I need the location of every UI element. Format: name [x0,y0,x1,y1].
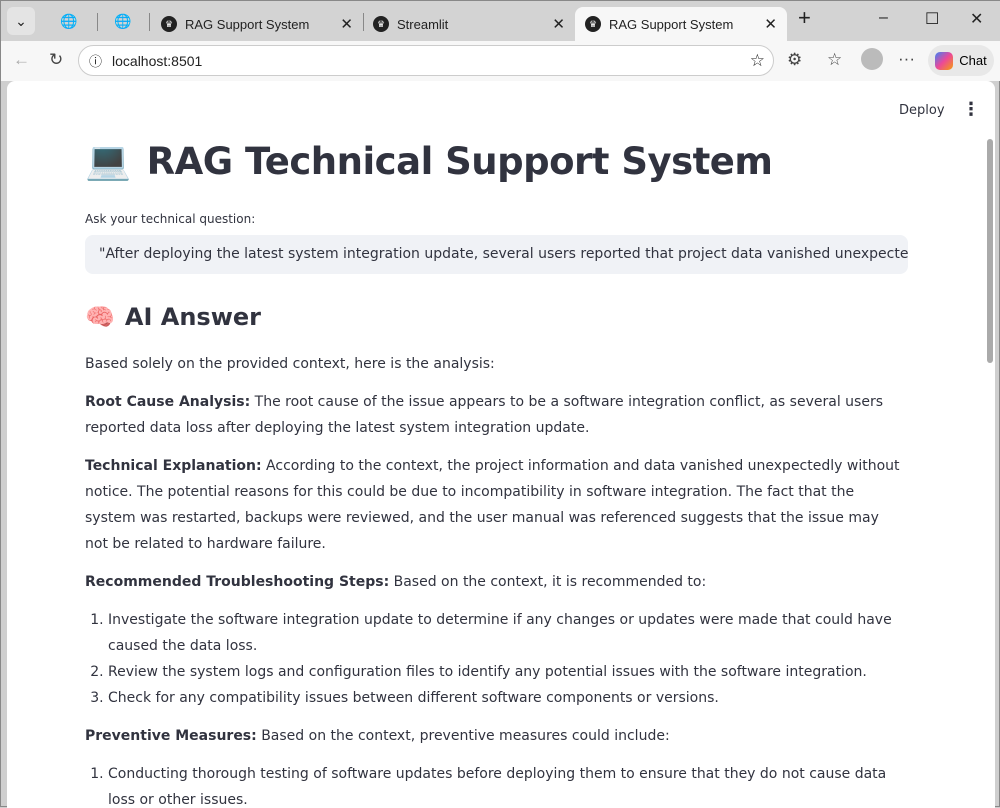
tab[interactable]: ♛ Streamlit ✕ [363,7,575,41]
question-input[interactable]: "After deploying the latest system integ… [85,235,908,274]
list-item: Review the system logs and configuration… [108,659,905,685]
prev-label: Preventive Measures: [85,728,257,744]
steps-label: Recommended Troubleshooting Steps: [85,574,390,590]
list-item: Check for any compatibility issues betwe… [108,685,905,711]
list-item: Conducting thorough testing of software … [108,761,905,808]
close-icon[interactable]: ✕ [340,15,353,33]
tab-title: RAG Support System [185,16,310,32]
technical-explanation: Technical Explanation: According to the … [85,453,905,557]
deploy-button[interactable]: Deploy [899,103,945,118]
chat-label: Chat [959,53,987,68]
back-icon[interactable]: ← [13,50,30,70]
list-item: Investigate the software integration upd… [108,607,905,659]
streamlit-icon: ♛ [585,16,601,32]
laptop-icon: 💻 [85,139,131,182]
address-bar-row: ← ↻ ⓘ localhost:8501 ☆ ⚙ ☆ ··· Chat [1,41,1000,81]
tab-title: Streamlit [397,16,449,32]
troubleshooting-steps: Recommended Troubleshooting Steps: Based… [85,569,905,595]
globe-icon[interactable]: 🌐 [109,7,137,35]
steps-list: Investigate the software integration upd… [85,607,905,711]
url-text: localhost:8501 [112,52,203,69]
tech-label: Technical Explanation: [85,458,262,474]
extensions-icon[interactable]: ⚙ [787,50,802,70]
more-icon[interactable]: ··· [898,49,915,69]
answer-body: Based solely on the provided context, he… [85,351,905,808]
question-label: Ask your technical question: [85,212,256,226]
preventive-list: Conducting thorough testing of software … [85,761,905,808]
close-icon[interactable]: ✕ [764,15,777,33]
tab-bar: ⌄ 🌐 🌐 ♛ RAG Support System ✕ ♛ Streamlit ✕ ♛… [1,1,1000,41]
reload-icon[interactable]: ↻ [49,50,63,70]
streamlit-icon: ♛ [161,16,177,32]
chat-button[interactable]: Chat [928,45,994,76]
close-icon[interactable]: ✕ [552,15,565,33]
copilot-icon [935,51,954,70]
streamlit-icon: ♛ [373,16,389,32]
tab-active[interactable]: ♛ RAG Support System ✕ [575,7,787,41]
profile-avatar[interactable] [861,48,883,70]
scrollbar[interactable] [987,139,993,363]
minimize-icon[interactable]: – [879,9,888,27]
preventive-measures: Preventive Measures: Based on the contex… [85,723,905,749]
maximize-icon[interactable]: ☐ [925,9,939,29]
answer-heading: 🧠 AI Answer [85,303,261,331]
favorites-icon[interactable]: ☆ [827,50,842,70]
root-label: Root Cause Analysis: [85,394,251,410]
intro-text: Based solely on the provided context, he… [85,356,495,372]
page-title: 💻 RAG Technical Support System [85,139,773,183]
new-tab-icon[interactable]: + [798,5,811,31]
answer-heading-text: AI Answer [124,303,261,331]
tab-title: RAG Support System [609,16,734,32]
prev-text: Based on the context, preventive measure… [256,728,670,744]
brain-icon: 🧠 [85,303,115,331]
tab[interactable]: ♛ RAG Support System ✕ [151,7,363,41]
tab-list-button[interactable]: ⌄ [7,7,35,35]
main-menu-icon[interactable]: ⋮ [962,99,980,120]
info-icon: ⓘ [89,54,103,69]
address-bar[interactable]: ⓘ localhost:8501 ☆ [78,45,774,76]
steps-text: Based on the context, it is recommended … [389,574,707,590]
root-cause: Root Cause Analysis: The root cause of t… [85,389,905,441]
globe-icon[interactable]: 🌐 [55,7,83,35]
streamlit-page: Deploy ⋮ 💻 RAG Technical Support System A… [7,81,995,808]
title-text: RAG Technical Support System [146,139,773,183]
star-icon[interactable]: ☆ [750,51,765,71]
close-window-icon[interactable]: ✕ [970,9,983,29]
